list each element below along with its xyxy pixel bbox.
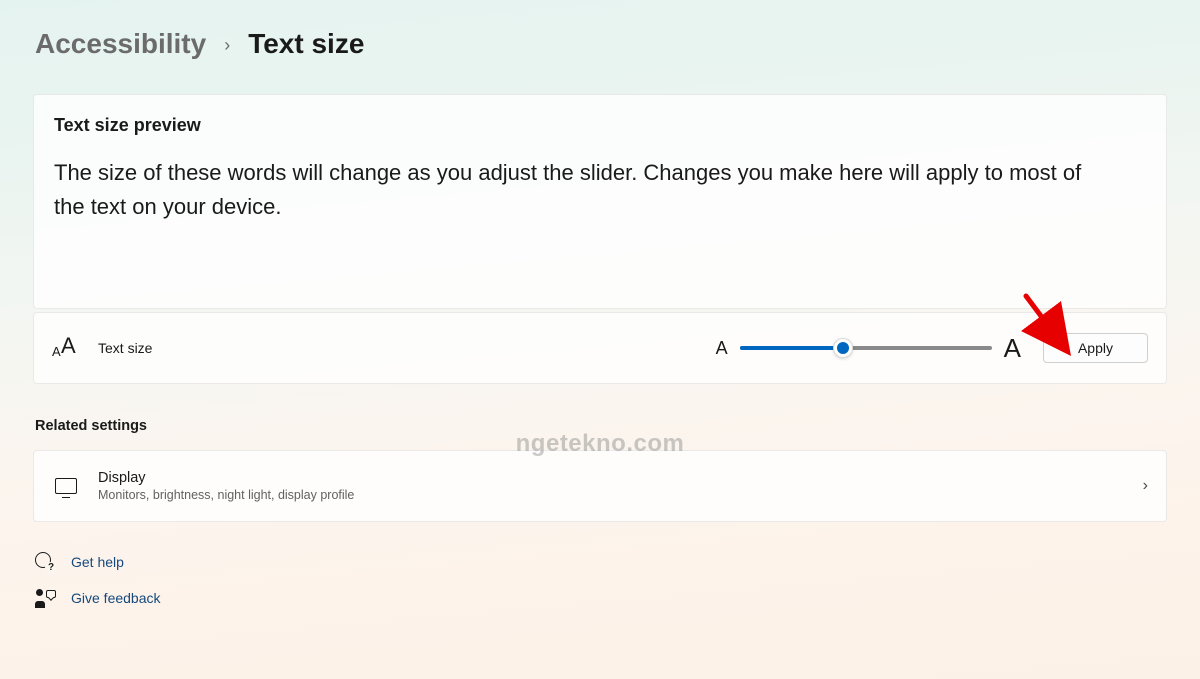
chevron-right-icon: › (1143, 477, 1148, 495)
help-icon: ? (35, 552, 55, 572)
slider-label: Text size (98, 340, 152, 356)
feedback-icon (35, 588, 55, 608)
text-size-slider-card: AA Text size A A Apply (33, 312, 1167, 384)
breadcrumb-parent[interactable]: Accessibility (35, 28, 206, 60)
display-link-subtitle: Monitors, brightness, night light, displ… (98, 488, 354, 502)
display-link-title: Display (98, 470, 354, 486)
preview-body: The size of these words will change as y… (54, 156, 1114, 224)
breadcrumb: Accessibility › Text size (33, 28, 1167, 60)
preview-title: Text size preview (54, 115, 1146, 136)
footer-links: ? Get help Give feedback (33, 552, 1167, 608)
display-settings-link[interactable]: Display Monitors, brightness, night ligh… (33, 450, 1167, 522)
apply-button[interactable]: Apply (1043, 333, 1148, 363)
text-size-slider[interactable] (740, 338, 992, 358)
give-feedback-link[interactable]: Give feedback (35, 588, 1167, 608)
give-feedback-label: Give feedback (71, 590, 161, 606)
get-help-link[interactable]: ? Get help (35, 552, 1167, 572)
slider-max-glyph: A (1004, 333, 1021, 364)
monitor-icon (52, 478, 80, 494)
text-size-icon: AA (52, 337, 82, 359)
slider-thumb[interactable] (833, 338, 853, 358)
breadcrumb-separator: › (224, 35, 230, 56)
text-size-preview-card: Text size preview The size of these word… (33, 94, 1167, 309)
slider-min-glyph: A (716, 338, 728, 359)
related-settings-heading: Related settings (33, 418, 1167, 434)
get-help-label: Get help (71, 554, 124, 570)
breadcrumb-current: Text size (248, 28, 364, 60)
